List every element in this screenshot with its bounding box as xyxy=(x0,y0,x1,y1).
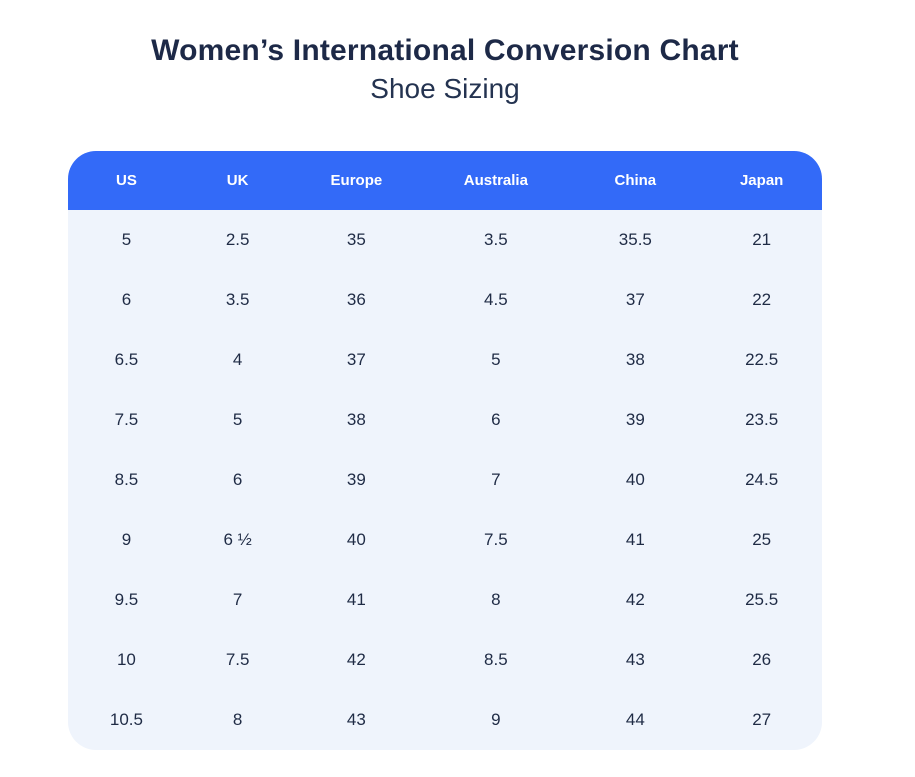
size-cell: 7.5 xyxy=(185,630,291,690)
size-cell: 5 xyxy=(422,330,569,390)
size-cell: 7 xyxy=(185,570,291,630)
table-row: 7.553863923.5 xyxy=(68,390,822,450)
size-cell: 39 xyxy=(569,390,701,450)
size-cell: 35.5 xyxy=(569,210,701,270)
size-cell: 27 xyxy=(701,690,822,750)
table-row: 8.563974024.5 xyxy=(68,450,822,510)
size-cell: 38 xyxy=(290,390,422,450)
size-cell: 35 xyxy=(290,210,422,270)
page-title: Women’s International Conversion Chart xyxy=(68,34,822,69)
size-cell: 6 xyxy=(68,270,185,330)
size-cell: 22.5 xyxy=(701,330,822,390)
size-cell: 3.5 xyxy=(422,210,569,270)
size-cell: 5 xyxy=(68,210,185,270)
size-cell: 10 xyxy=(68,630,185,690)
size-cell: 40 xyxy=(569,450,701,510)
size-cell: 25.5 xyxy=(701,570,822,630)
table-body: 52.5353.535.52163.5364.537226.543753822.… xyxy=(68,210,822,750)
size-cell: 42 xyxy=(290,630,422,690)
size-cell: 40 xyxy=(290,510,422,570)
size-cell: 8 xyxy=(185,690,291,750)
size-cell: 8.5 xyxy=(68,450,185,510)
size-cell: 43 xyxy=(569,630,701,690)
table-row: 96 ½407.54125 xyxy=(68,510,822,570)
table-row: 6.543753822.5 xyxy=(68,330,822,390)
size-cell: 25 xyxy=(701,510,822,570)
size-cell: 5 xyxy=(185,390,291,450)
size-cell: 38 xyxy=(569,330,701,390)
size-cell: 6.5 xyxy=(68,330,185,390)
size-cell: 44 xyxy=(569,690,701,750)
size-cell: 9.5 xyxy=(68,570,185,630)
size-cell: 37 xyxy=(290,330,422,390)
size-cell: 39 xyxy=(290,450,422,510)
size-cell: 8.5 xyxy=(422,630,569,690)
size-cell: 9 xyxy=(422,690,569,750)
size-cell: 7.5 xyxy=(422,510,569,570)
column-header-uk: UK xyxy=(185,151,291,210)
size-cell: 41 xyxy=(290,570,422,630)
size-cell: 6 ½ xyxy=(185,510,291,570)
size-cell: 8 xyxy=(422,570,569,630)
column-header-japan: Japan xyxy=(701,151,822,210)
table-row: 10.584394427 xyxy=(68,690,822,750)
table-header-row: USUKEuropeAustraliaChinaJapan xyxy=(68,151,822,210)
size-cell: 41 xyxy=(569,510,701,570)
size-cell: 26 xyxy=(701,630,822,690)
size-cell: 21 xyxy=(701,210,822,270)
size-cell: 42 xyxy=(569,570,701,630)
size-cell: 7.5 xyxy=(68,390,185,450)
size-cell: 7 xyxy=(422,450,569,510)
size-cell: 22 xyxy=(701,270,822,330)
size-cell: 23.5 xyxy=(701,390,822,450)
conversion-table: USUKEuropeAustraliaChinaJapan 52.5353.53… xyxy=(68,151,822,750)
size-cell: 2.5 xyxy=(185,210,291,270)
size-cell: 9 xyxy=(68,510,185,570)
size-cell: 4 xyxy=(185,330,291,390)
column-header-europe: Europe xyxy=(290,151,422,210)
size-cell: 43 xyxy=(290,690,422,750)
size-cell: 4.5 xyxy=(422,270,569,330)
size-cell: 37 xyxy=(569,270,701,330)
content-container: Women’s International Conversion Chart S… xyxy=(68,0,822,750)
column-header-australia: Australia xyxy=(422,151,569,210)
size-cell: 6 xyxy=(185,450,291,510)
page-subtitle: Shoe Sizing xyxy=(68,73,822,105)
table-row: 9.574184225.5 xyxy=(68,570,822,630)
size-cell: 6 xyxy=(422,390,569,450)
size-cell: 36 xyxy=(290,270,422,330)
column-header-china: China xyxy=(569,151,701,210)
size-cell: 10.5 xyxy=(68,690,185,750)
column-header-us: US xyxy=(68,151,185,210)
table-row: 107.5428.54326 xyxy=(68,630,822,690)
size-cell: 3.5 xyxy=(185,270,291,330)
table-row: 52.5353.535.521 xyxy=(68,210,822,270)
table-row: 63.5364.53722 xyxy=(68,270,822,330)
size-cell: 24.5 xyxy=(701,450,822,510)
